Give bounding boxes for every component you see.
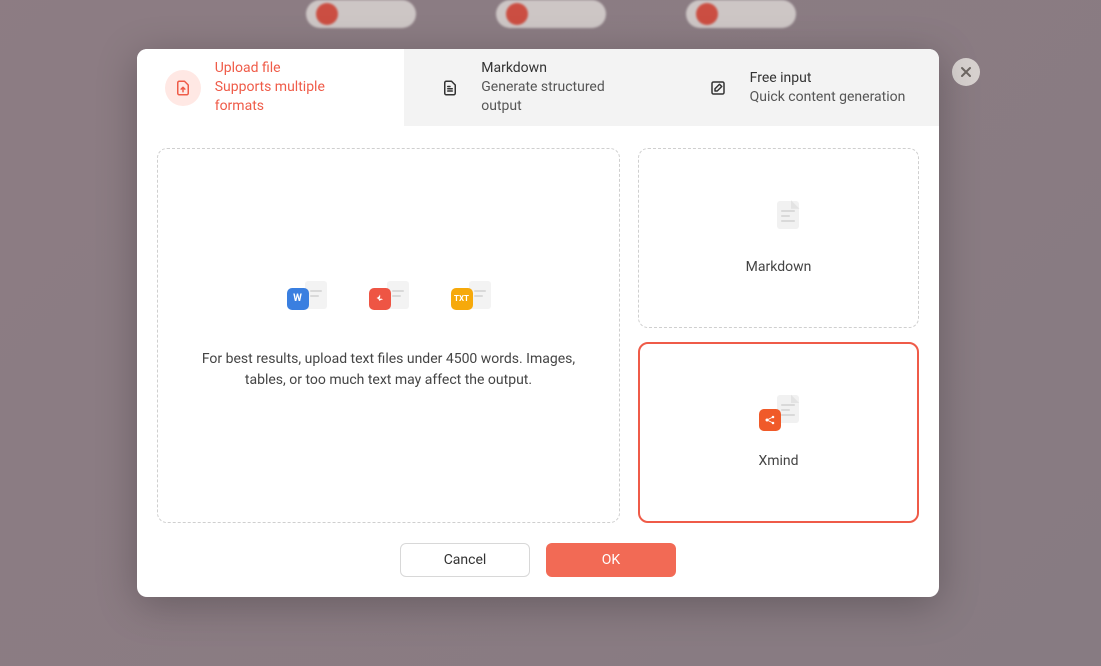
dialog-body: W TXT For best results, upload text file… <box>137 126 939 523</box>
close-icon <box>960 66 972 78</box>
upload-file-icon <box>165 70 201 106</box>
tab-free-input[interactable]: Free input Quick content generation <box>672 49 939 126</box>
markdown-icon <box>432 70 467 106</box>
upload-hint-text: For best results, upload text files unde… <box>198 349 579 391</box>
txt-file-icon: TXT <box>451 281 491 315</box>
import-dialog: Upload file Supports multiple formats Ma… <box>137 49 939 597</box>
markdown-file-icon <box>759 201 799 243</box>
tab-markdown-title: Markdown <box>481 59 643 78</box>
tab-freeinput-title: Free input <box>750 69 906 88</box>
word-file-icon: W <box>287 281 327 315</box>
supported-file-icons: W TXT <box>287 281 491 315</box>
tab-freeinput-subtitle: Quick content generation <box>750 88 906 107</box>
xmind-file-icon <box>759 395 799 437</box>
close-button[interactable] <box>952 58 980 86</box>
pdf-file-icon <box>369 281 409 315</box>
tab-markdown-subtitle: Generate structured output <box>481 78 643 116</box>
upload-dropzone[interactable]: W TXT For best results, upload text file… <box>157 148 620 523</box>
format-card-xmind[interactable]: Xmind <box>638 342 919 524</box>
tab-upload-title: Upload file <box>215 59 377 78</box>
tab-upload-subtitle: Supports multiple formats <box>215 78 377 116</box>
format-label-xmind: Xmind <box>758 453 798 469</box>
tab-bar: Upload file Supports multiple formats Ma… <box>137 49 939 126</box>
format-column: Markdown Xmind <box>638 148 919 523</box>
format-label-markdown: Markdown <box>746 259 812 275</box>
free-input-icon <box>700 70 736 106</box>
dialog-footer: Cancel OK <box>137 523 939 597</box>
tab-markdown[interactable]: Markdown Generate structured output <box>404 49 671 126</box>
cancel-button[interactable]: Cancel <box>400 543 530 577</box>
tab-upload-file[interactable]: Upload file Supports multiple formats <box>137 49 404 126</box>
format-card-markdown[interactable]: Markdown <box>638 148 919 328</box>
ok-button[interactable]: OK <box>546 543 676 577</box>
